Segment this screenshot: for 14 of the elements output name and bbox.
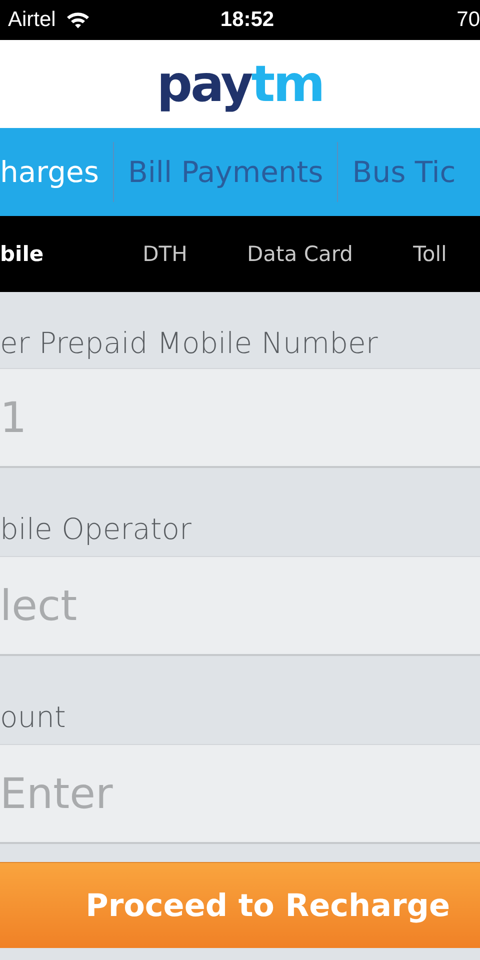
sub-tab[interactable]: Data Card: [220, 242, 380, 266]
input-field[interactable]: Enter: [0, 744, 480, 844]
wifi-icon: [66, 10, 90, 30]
clock: 18:52: [220, 8, 274, 32]
input-field[interactable]: lect: [0, 556, 480, 656]
sub-tab[interactable]: DTH: [110, 242, 220, 266]
field-label: ount: [0, 699, 67, 736]
sub-tab[interactable]: bile: [0, 242, 110, 266]
field-label: bile Operator: [0, 511, 192, 548]
field-label: er Prepaid Mobile Number: [0, 325, 379, 362]
input-field[interactable]: 1: [0, 368, 480, 468]
carrier-name: Airtel: [8, 8, 56, 32]
sub-tab[interactable]: Toll: [380, 242, 480, 266]
battery-percent: 70: [456, 8, 480, 32]
